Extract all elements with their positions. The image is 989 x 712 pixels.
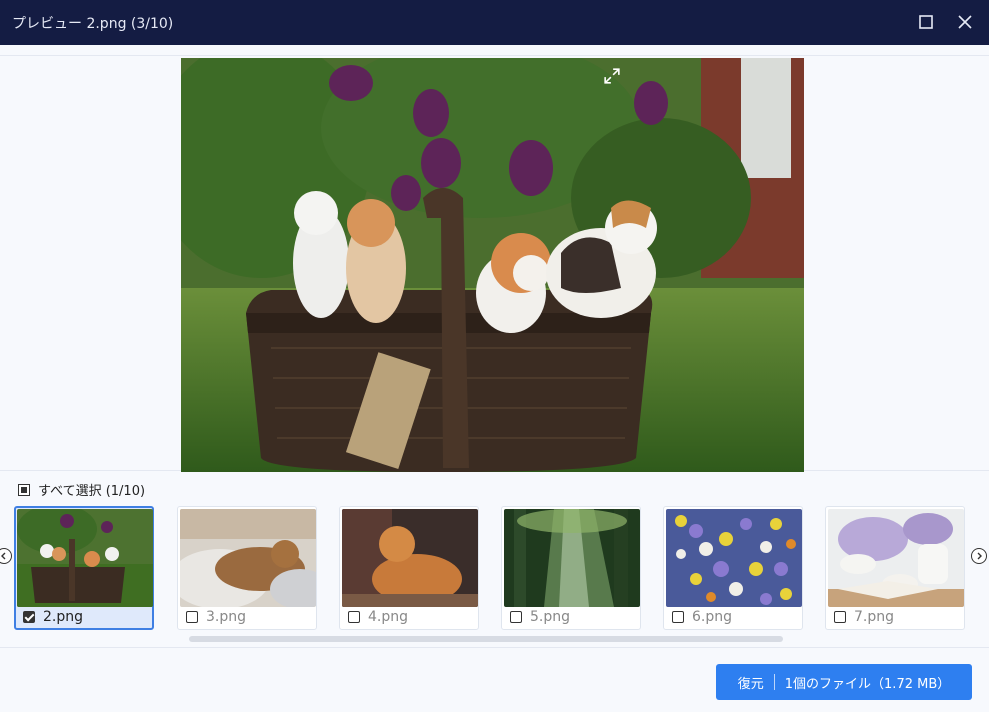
thumbnail-label: 4.png [368,609,409,625]
select-all-label: すべて選択 (1/10) [38,484,146,499]
thumbnail-label: 5.png [530,609,571,625]
thumbnail-checkbox[interactable] [348,611,360,623]
restore-button[interactable]: 復元 1個のファイル（1.72 MB） [716,664,972,700]
thumbnail-3-png[interactable]: 3.png [177,506,317,630]
thumbnail-image [342,509,478,607]
thumbnail-7-png[interactable]: 7.png [825,506,965,630]
expand-icon[interactable] [604,68,620,84]
restore-button-divider [773,674,775,690]
thumbnail-image [828,509,964,607]
thumbnail-footer: 5.png [510,607,570,627]
thumbnail-checkbox[interactable] [186,611,198,623]
thumbnail-footer: 4.png [348,607,408,627]
thumbnail-label: 3.png [206,609,247,625]
thumbnail-2-png[interactable]: 2.png [14,506,154,630]
window-title: プレビュー 2.png (3/10) [12,16,174,32]
select-all-checkbox[interactable] [18,483,30,496]
thumbnail-footer: 2.png [23,607,83,627]
preview-area [0,55,989,472]
thumbnail-6-png[interactable]: 6.png [663,506,803,630]
thumbnail-checkbox[interactable] [510,611,522,623]
thumbnail-checkbox[interactable] [834,611,846,623]
select-all[interactable]: すべて選択 (1/10) [18,480,145,499]
thumbnail-footer: 6.png [672,607,732,627]
thumbnail-image [504,509,640,607]
thumbnail-5-png[interactable]: 5.png [501,506,641,630]
thumbnail-scrollbar[interactable] [189,636,783,642]
restore-button-detail: 1個のファイル（1.72 MB） [784,676,951,692]
thumbnail-image [180,509,316,607]
thumbnail-4-png[interactable]: 4.png [339,506,479,630]
footer: 復元 1個のファイル（1.72 MB） [0,647,989,712]
thumbnail-image [17,509,153,607]
maximize-icon [919,15,933,29]
close-button[interactable] [953,10,977,34]
thumbnail-label: 7.png [854,609,895,625]
thumbnail-strip: 2.png 3.png 4.png 5.png 6.png 7.png [0,503,989,633]
thumbnail-image [666,509,802,607]
preview-image [181,58,804,472]
close-icon [958,15,972,29]
thumbnail-footer: 7.png [834,607,894,627]
maximize-button[interactable] [914,10,938,34]
title-bar: プレビュー 2.png (3/10) [0,0,989,45]
thumbnail-label: 6.png [692,609,733,625]
thumbnail-checkbox[interactable] [672,611,684,623]
restore-button-label: 復元 [737,676,764,692]
thumbnail-checkbox[interactable] [23,611,35,623]
thumbnail-footer: 3.png [186,607,246,627]
thumbnail-label: 2.png [43,609,84,625]
